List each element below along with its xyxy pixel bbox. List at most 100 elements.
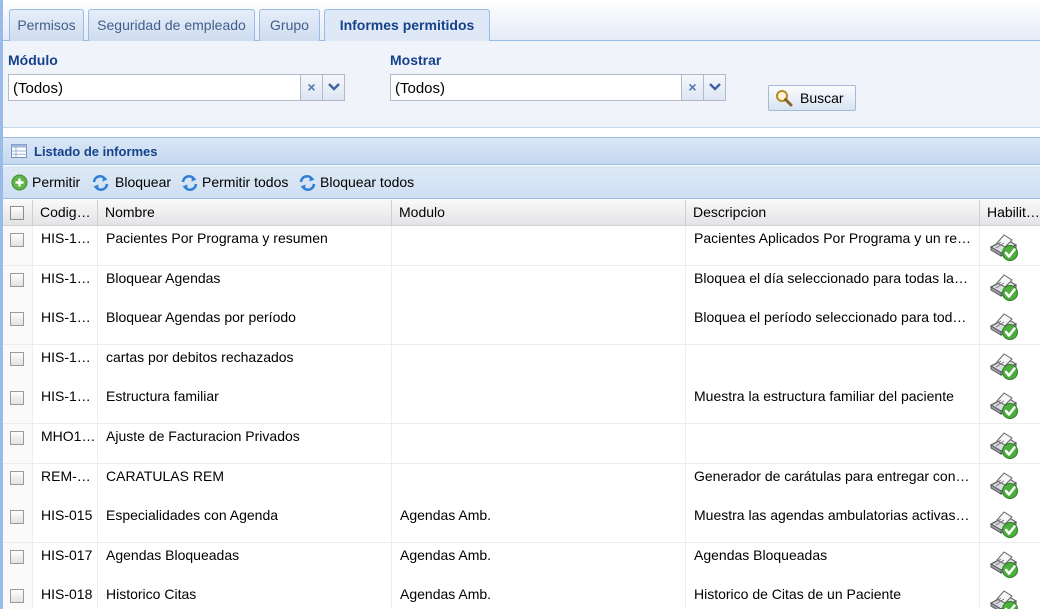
enabled-check-icon[interactable] xyxy=(988,586,1020,609)
enabled-check-icon[interactable] xyxy=(988,309,1020,341)
table-row[interactable]: HIS-018 Historico Citas Agendas Amb. His… xyxy=(3,582,1040,609)
modulo-cell: Agendas Amb. xyxy=(392,582,686,609)
enabled-check-icon[interactable] xyxy=(988,507,1020,539)
habilitado-cell xyxy=(980,582,1040,609)
select-all-cell xyxy=(3,200,33,226)
enabled-check-icon[interactable] xyxy=(988,230,1020,262)
select-all-checkbox[interactable] xyxy=(10,206,24,220)
descripcion-cell xyxy=(686,424,980,463)
table-row[interactable]: HIS-1… Bloquear Agendas Bloquea el día s… xyxy=(3,265,1040,306)
col-modulo[interactable]: Modulo xyxy=(392,200,686,226)
bloquear-todos-button[interactable]: Bloquear todos xyxy=(298,174,416,192)
bloquear-todos-label: Bloquear todos xyxy=(320,174,415,190)
nombre-cell: Pacientes Por Programa y resumen xyxy=(98,226,392,265)
enabled-check-icon[interactable] xyxy=(988,428,1020,460)
descripcion-cell: Agendas Bloqueadas xyxy=(686,542,980,582)
enabled-check-icon[interactable] xyxy=(988,468,1020,500)
table-row[interactable]: HIS-1… cartas por debitos rechazados xyxy=(3,344,1040,385)
grid-panel-header: Listado de informes xyxy=(3,137,1040,165)
modulo-dropdown-icon[interactable] xyxy=(322,75,344,100)
row-checkbox[interactable] xyxy=(10,233,24,247)
row-checkbox[interactable] xyxy=(10,549,24,564)
permitir-button[interactable]: Permitir xyxy=(11,174,87,192)
row-checkbox[interactable] xyxy=(10,470,24,485)
table-row[interactable]: HIS-017 Agendas Bloqueadas Agendas Amb. … xyxy=(3,542,1040,583)
descripcion-cell: Pacientes Aplicados Por Programa y un re… xyxy=(686,226,980,265)
habilitado-cell xyxy=(980,305,1040,344)
tab-strip: Permisos Seguridad de empleado Grupo Inf… xyxy=(3,0,1040,42)
enabled-check-icon[interactable] xyxy=(988,270,1020,302)
refresh-icon xyxy=(92,175,109,191)
add-icon xyxy=(11,174,28,191)
descripcion-cell xyxy=(686,344,980,384)
codigo-cell: HIS-1… xyxy=(33,344,98,384)
table-row[interactable]: HIS-1… Bloquear Agendas por período Bloq… xyxy=(3,305,1040,346)
col-codigo[interactable]: Codig… xyxy=(33,200,98,226)
table-row[interactable]: HIS-1… Pacientes Por Programa y resumen … xyxy=(3,226,1040,266)
row-select-cell xyxy=(3,463,33,503)
table-row[interactable]: REM-… CARATULAS REM Generador de carátul… xyxy=(3,463,1040,504)
mostrar-combo[interactable]: (Todos) × xyxy=(390,74,726,101)
refresh-icon xyxy=(181,175,198,191)
habilitado-cell xyxy=(980,345,1040,384)
permitir-todos-button[interactable]: Permitir todos xyxy=(180,174,292,192)
enabled-check-icon[interactable] xyxy=(988,388,1020,420)
mostrar-dropdown-icon[interactable] xyxy=(703,75,725,100)
habilitado-cell xyxy=(980,266,1040,305)
mostrar-label: Mostrar xyxy=(390,52,442,68)
row-select-cell xyxy=(3,226,33,265)
descripcion-cell: Muestra la estructura familiar del pacie… xyxy=(686,384,980,424)
modulo-cell xyxy=(392,384,686,424)
magnifier-icon xyxy=(776,90,793,107)
nombre-cell: Especialidades con Agenda xyxy=(98,503,392,543)
mostrar-clear-icon[interactable]: × xyxy=(681,75,703,100)
table-row[interactable]: MHO1… Ajuste de Facturacion Privados xyxy=(3,424,1040,464)
row-select-cell xyxy=(3,424,33,463)
descripcion-cell: Generador de carátulas para entregar con… xyxy=(686,463,980,503)
grid-toolbar: Permitir Bloquear Permitir todos Bloquea… xyxy=(3,166,1040,199)
col-habilitado[interactable]: Habilit… xyxy=(980,200,1040,226)
row-select-cell xyxy=(3,265,33,305)
habilitado-cell xyxy=(980,384,1040,423)
modulo-cell: Agendas Amb. xyxy=(392,542,686,582)
row-select-cell xyxy=(3,384,33,424)
row-checkbox[interactable] xyxy=(10,272,24,287)
modulo-clear-icon[interactable]: × xyxy=(300,75,322,100)
col-descripcion[interactable]: Descripcion xyxy=(686,200,980,226)
codigo-cell: HIS-1… xyxy=(33,265,98,305)
row-checkbox[interactable] xyxy=(10,391,24,406)
modulo-combo[interactable]: (Todos) × xyxy=(8,74,345,101)
mostrar-value: (Todos) xyxy=(395,80,446,97)
tab-permisos[interactable]: Permisos xyxy=(9,9,84,41)
row-checkbox[interactable] xyxy=(10,351,24,366)
modulo-cell xyxy=(392,463,686,503)
habilitado-cell xyxy=(980,503,1040,542)
habilitado-cell xyxy=(980,464,1040,503)
habilitado-cell xyxy=(980,424,1040,463)
row-checkbox[interactable] xyxy=(10,510,24,525)
tab-grupo[interactable]: Grupo xyxy=(259,9,320,41)
nombre-cell: cartas por debitos rechazados xyxy=(98,344,392,384)
enabled-check-icon[interactable] xyxy=(988,349,1020,381)
tab-informes-permitidos[interactable]: Informes permitidos xyxy=(324,9,490,42)
row-checkbox[interactable] xyxy=(10,431,24,445)
row-checkbox[interactable] xyxy=(10,589,24,604)
grid-title: Listado de informes xyxy=(34,144,158,159)
table-row[interactable]: HIS-1… Estructura familiar Muestra la es… xyxy=(3,384,1040,425)
row-checkbox[interactable] xyxy=(10,312,24,327)
nombre-cell: Historico Citas xyxy=(98,582,392,609)
modulo-cell xyxy=(392,305,686,345)
bloquear-button[interactable]: Bloquear xyxy=(91,174,175,192)
descripcion-cell: Bloquea el día seleccionado para todas l… xyxy=(686,265,980,305)
modulo-cell: Agendas Amb. xyxy=(392,503,686,543)
col-nombre[interactable]: Nombre xyxy=(98,200,392,226)
enabled-check-icon[interactable] xyxy=(988,547,1020,579)
buscar-button[interactable]: Buscar xyxy=(768,85,856,111)
habilitado-cell xyxy=(980,226,1040,265)
modulo-value: (Todos) xyxy=(13,80,64,97)
app-window: Permisos Seguridad de empleado Grupo Inf… xyxy=(0,0,1040,609)
tab-seguridad-empleado[interactable]: Seguridad de empleado xyxy=(88,9,255,41)
table-row[interactable]: HIS-015 Especialidades con Agenda Agenda… xyxy=(3,503,1040,544)
refresh-icon xyxy=(299,175,316,191)
codigo-cell: HIS-015 xyxy=(33,503,98,543)
